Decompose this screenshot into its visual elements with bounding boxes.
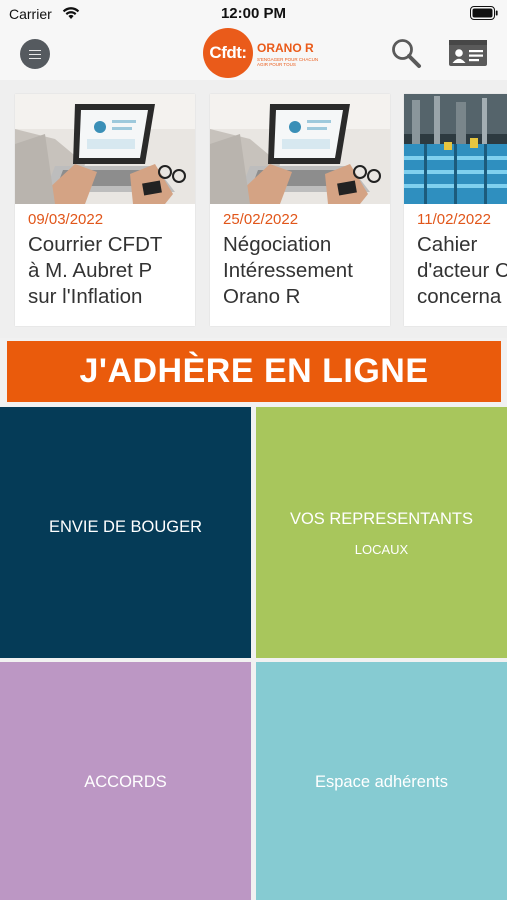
menu-button[interactable]: [20, 39, 50, 69]
id-card-icon: [449, 40, 487, 66]
news-card-2[interactable]: 25/02/2022 Négociation Intéressement Ora…: [210, 94, 390, 326]
news-image-industrial: [404, 94, 507, 204]
news-carousel[interactable]: 09/03/2022 Courrier CFDT à M. Aubret P s…: [0, 80, 507, 338]
tile-envie-de-bouger[interactable]: ENVIE DE BOUGER: [0, 407, 251, 658]
cfdt-orano-logo: Cfdt: ORANO R S'ENGAGER POUR CHACUN AGIR…: [203, 28, 318, 78]
tile-sublabel: LOCAUX: [354, 542, 409, 557]
join-online-banner[interactable]: J'ADHÈRE EN LIGNE: [7, 341, 501, 402]
tile-label: VOS REPRESENTANTS: [289, 510, 474, 528]
news-card-1[interactable]: 09/03/2022 Courrier CFDT à M. Aubret P s…: [15, 94, 195, 326]
news-date: 25/02/2022: [223, 211, 299, 228]
tile-espace-adherents[interactable]: Espace adhérents: [256, 662, 507, 900]
search-button[interactable]: [390, 37, 422, 69]
logo-mark: Cfdt:: [203, 28, 253, 78]
news-image-laptop: [15, 94, 195, 204]
news-card-3[interactable]: 11/02/2022 Cahier d'acteur C concerna: [404, 94, 507, 326]
news-title: Négociation Intéressement Orano R: [223, 233, 353, 308]
status-bar: Carrier 12:00 PM: [0, 0, 507, 28]
battery-icon: [470, 6, 498, 20]
news-title: Courrier CFDT à M. Aubret P sur l'Inflat…: [28, 233, 163, 308]
tile-vos-representants[interactable]: VOS REPRESENTANTS LOCAUX: [256, 407, 507, 658]
search-icon: [392, 39, 421, 68]
tile-accords[interactable]: ACCORDS: [0, 662, 251, 900]
tile-label: Espace adhérents: [314, 773, 448, 791]
tile-label: ENVIE DE BOUGER: [48, 518, 203, 536]
top-nav-bar: Cfdt: ORANO R S'ENGAGER POUR CHACUN AGIR…: [0, 28, 507, 80]
member-card-button[interactable]: [448, 39, 488, 67]
logo-tagline: S'ENGAGER POUR CHACUN AGIR POUR TOUS: [257, 57, 319, 67]
news-title: Cahier d'acteur C concerna: [417, 233, 507, 308]
tile-label: ACCORDS: [84, 773, 167, 791]
logo-name: ORANO R: [257, 41, 314, 55]
news-date: 09/03/2022: [28, 211, 104, 228]
news-date: 11/02/2022: [417, 211, 491, 228]
status-time: 12:00 PM: [220, 5, 287, 22]
news-image-laptop: [210, 94, 390, 204]
